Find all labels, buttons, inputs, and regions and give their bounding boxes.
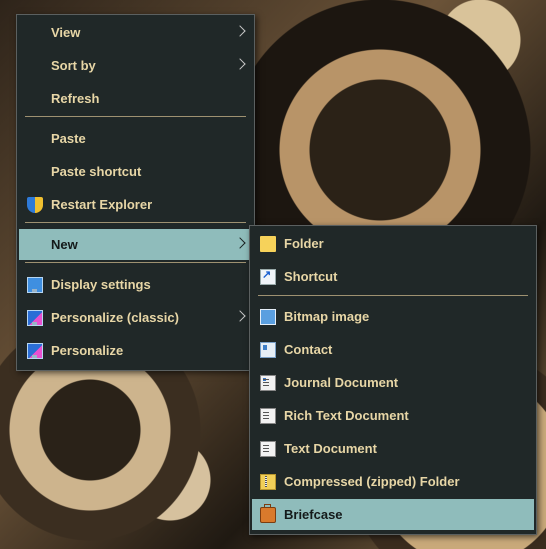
- menu-item-label: New: [51, 237, 78, 252]
- menu-item-label: Restart Explorer: [51, 197, 153, 212]
- menu-item-label: Rich Text Document: [284, 408, 409, 423]
- shortcut-icon: [260, 268, 276, 285]
- menu-item-label: Bitmap image: [284, 309, 370, 324]
- shield-icon: [27, 197, 43, 213]
- rich-text-icon: [260, 408, 276, 424]
- menu-item-label: Compressed (zipped) Folder: [284, 474, 460, 489]
- display-icon: [27, 277, 43, 293]
- personalize-icon: [27, 343, 43, 359]
- menu-item-label: View: [51, 25, 81, 40]
- menu-item-label: Folder: [284, 236, 324, 251]
- menu-item-refresh[interactable]: Refresh: [19, 83, 252, 114]
- journal-icon: [260, 375, 276, 391]
- menu-item-label: Shortcut: [284, 269, 338, 284]
- menu-item-label: Refresh: [51, 91, 100, 106]
- contact-icon: [260, 342, 276, 358]
- submenu-item-rich-text-document[interactable]: Rich Text Document: [252, 400, 534, 431]
- menu-item-label: Contact: [284, 342, 333, 357]
- zip-folder-icon: [260, 474, 276, 490]
- chevron-right-icon: [234, 310, 246, 322]
- menu-item-label: Personalize: [51, 343, 124, 358]
- new-submenu: Folder Shortcut Bitmap image Contact Jou…: [249, 225, 537, 535]
- submenu-item-contact[interactable]: Contact: [252, 334, 534, 365]
- menu-separator: [25, 262, 246, 263]
- text-document-icon: [260, 441, 276, 457]
- submenu-item-journal-document[interactable]: Journal Document: [252, 367, 534, 398]
- menu-item-restart-explorer[interactable]: Restart Explorer: [19, 189, 252, 220]
- menu-item-label: Sort by: [51, 58, 96, 73]
- submenu-item-text-document[interactable]: Text Document: [252, 433, 534, 464]
- menu-item-label: Journal Document: [284, 375, 399, 390]
- menu-separator: [25, 222, 246, 223]
- menu-item-label: Display settings: [51, 277, 151, 292]
- submenu-item-folder[interactable]: Folder: [252, 228, 534, 259]
- menu-separator: [258, 295, 528, 296]
- menu-item-new[interactable]: New: [19, 229, 252, 260]
- chevron-right-icon: [234, 58, 246, 70]
- menu-item-label: Paste: [51, 131, 86, 146]
- menu-item-display-settings[interactable]: Display settings: [19, 269, 252, 300]
- submenu-item-compressed-folder[interactable]: Compressed (zipped) Folder: [252, 466, 534, 497]
- folder-icon: [260, 236, 276, 252]
- menu-item-label: Briefcase: [284, 507, 343, 522]
- menu-item-label: Paste shortcut: [51, 164, 142, 179]
- submenu-item-shortcut[interactable]: Shortcut: [252, 261, 534, 292]
- bitmap-icon: [260, 309, 276, 325]
- menu-item-view[interactable]: View: [19, 17, 252, 48]
- menu-item-personalize[interactable]: Personalize: [19, 335, 252, 366]
- desktop-context-menu: View Sort by Refresh Paste Paste shortcu…: [16, 14, 255, 371]
- menu-item-label: Personalize (classic): [51, 310, 179, 325]
- chevron-right-icon: [234, 237, 246, 249]
- personalize-icon: [27, 310, 43, 326]
- menu-item-paste[interactable]: Paste: [19, 123, 252, 154]
- menu-item-paste-shortcut[interactable]: Paste shortcut: [19, 156, 252, 187]
- menu-item-sort-by[interactable]: Sort by: [19, 50, 252, 81]
- submenu-item-bitmap-image[interactable]: Bitmap image: [252, 301, 534, 332]
- menu-item-label: Text Document: [284, 441, 377, 456]
- briefcase-icon: [260, 504, 276, 523]
- chevron-right-icon: [234, 25, 246, 37]
- menu-item-personalize-classic[interactable]: Personalize (classic): [19, 302, 252, 333]
- menu-separator: [25, 116, 246, 117]
- submenu-item-briefcase[interactable]: Briefcase: [252, 499, 534, 530]
